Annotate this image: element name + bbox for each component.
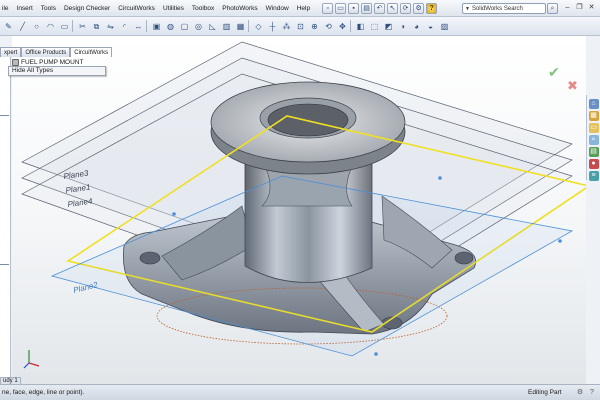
task-pane-tabs: ⌂ ▦ ▭ ⌕ ▤ ● ≡	[586, 95, 600, 181]
view-settings-icon[interactable]: ▨	[438, 20, 451, 33]
line-icon[interactable]: ╱	[16, 20, 29, 33]
status-message: ne, face, edge, line or point).	[2, 389, 85, 396]
save-icon[interactable]: ▪	[348, 2, 360, 14]
rebuild-icon[interactable]: ⟳	[400, 2, 412, 14]
design-library-icon[interactable]: ▦	[588, 111, 599, 121]
toolbar-separator	[72, 20, 75, 32]
search-results-icon[interactable]: ⌕	[588, 135, 599, 145]
model-graphics: Plane3 Plane1 Plane4 Plane2	[21, 41, 586, 357]
plane2-handle[interactable]	[438, 176, 442, 180]
help-icon[interactable]: ?	[426, 2, 438, 14]
appearance-icon[interactable]: ◕	[410, 20, 423, 33]
minimize-icon[interactable]: –	[563, 3, 572, 13]
rebuild-status-icon[interactable]: ⚙	[576, 389, 584, 397]
chamfer-icon[interactable]: ◺	[206, 20, 219, 33]
menu-insert[interactable]: Insert	[13, 0, 37, 17]
zoom-fit-icon[interactable]: ⊡	[294, 20, 307, 33]
tab-circuitworks[interactable]: CircuitWorks	[70, 47, 113, 57]
plane2-handle[interactable]	[172, 212, 176, 216]
dimension-icon[interactable]: ↔	[132, 20, 145, 33]
quick-access-toolbar: ▫ ▭ ▪ ▤ ↶ ↖ ⟳ ⚙ ?	[322, 2, 438, 14]
part-icon	[12, 59, 19, 66]
rotate-view-icon[interactable]: ⟲	[322, 20, 335, 33]
rectangle-icon[interactable]: ▭	[58, 20, 71, 33]
select-arrow-icon[interactable]: ↖	[387, 2, 399, 14]
hide-all-types-item[interactable]: Hide All Types	[12, 67, 53, 74]
trim-icon[interactable]: ✂	[76, 20, 89, 33]
plane2-handle[interactable]	[374, 352, 378, 356]
axis-icon[interactable]: ┼	[266, 20, 279, 33]
menu-utilities[interactable]: Utilities	[159, 0, 188, 17]
search-dropdown-icon[interactable]: ▼	[465, 6, 470, 12]
extrude-icon[interactable]: ▣	[150, 20, 163, 33]
revolve-icon[interactable]: ◍	[164, 20, 177, 33]
panel-splitter[interactable]	[0, 115, 9, 265]
command-toolbar: ✎ ╱ ○ ◠ ▭ ✂ ⧉ ⇋ ◜ ↔ ▣ ◍ ▢ ◎ ◺ ▥ ▦ ◇ ┼ ⁂ …	[0, 17, 600, 36]
search-icon[interactable]: ⌕	[547, 3, 558, 14]
print-icon[interactable]: ▤	[361, 2, 373, 14]
pan-icon[interactable]: ✥	[336, 20, 349, 33]
menu-photoworks[interactable]: PhotoWorks	[218, 0, 261, 17]
menu-tools[interactable]: Tools	[37, 0, 60, 17]
reference-plane-icon[interactable]: ◇	[252, 20, 265, 33]
hide-show-icon[interactable]: ◑	[396, 20, 409, 33]
close-window-icon[interactable]: ✕	[587, 3, 596, 13]
new-document-icon[interactable]: ▫	[322, 2, 334, 14]
mirror-icon[interactable]: ⇋	[104, 20, 117, 33]
shell-icon[interactable]: ▥	[220, 20, 233, 33]
menu-items: ile Insert Tools Design Checker CircuitW…	[0, 0, 314, 17]
hole-icon[interactable]: ◎	[192, 20, 205, 33]
search-input[interactable]: ▼ SolidWorks Search	[462, 3, 546, 14]
tab-office-products[interactable]: Office Products	[21, 47, 71, 57]
menu-design-checker[interactable]: Design Checker	[60, 0, 114, 17]
axis-triad-icon	[23, 350, 40, 369]
menu-circuitworks[interactable]: CircuitWorks	[114, 0, 159, 17]
feature-manager-panel	[0, 57, 11, 384]
cut-icon[interactable]: ▢	[178, 20, 191, 33]
options-icon[interactable]: ⚙	[413, 2, 425, 14]
restore-icon[interactable]: ❐	[575, 3, 584, 13]
pattern-icon[interactable]: ⁂	[280, 20, 293, 33]
open-folder-icon[interactable]: ▭	[335, 2, 347, 14]
toolbar-separator	[248, 20, 251, 32]
toolbar-separator	[350, 20, 353, 32]
menu-window[interactable]: Window	[262, 0, 293, 17]
part-name: FUEL PUMP MOUNT	[21, 59, 84, 66]
menu-file[interactable]: ile	[0, 0, 13, 17]
menu-bar: ile Insert Tools Design Checker CircuitW…	[0, 0, 600, 17]
menu-help[interactable]: Help	[293, 0, 314, 17]
circle-icon[interactable]: ○	[30, 20, 43, 33]
hide-show-dropdown[interactable]: Hide All Types	[8, 66, 106, 76]
zoom-area-icon[interactable]: ⊕	[308, 20, 321, 33]
graphics-viewport[interactable]: Plane3 Plane1 Plane4 Plane2	[12, 36, 586, 384]
menu-toolbox[interactable]: Toolbox	[188, 0, 218, 17]
fillet-icon[interactable]: ◜	[118, 20, 131, 33]
scene-icon[interactable]: ◒	[424, 20, 437, 33]
close-icon[interactable]: ✖	[567, 78, 578, 94]
plane2-handle[interactable]	[558, 239, 562, 243]
sketch-icon[interactable]: ✎	[2, 20, 15, 33]
section-view-icon[interactable]: ◧	[354, 20, 367, 33]
status-bar: ne, face, edge, line or point). Editing …	[0, 384, 600, 400]
arc-icon[interactable]: ◠	[44, 20, 57, 33]
toolbar-separator	[146, 20, 149, 32]
feature-tree-root[interactable]: FUEL PUMP MOUNT	[12, 59, 83, 66]
offset-icon[interactable]: ⧉	[90, 20, 103, 33]
tab-xpert[interactable]: xpert	[0, 47, 22, 57]
undo-icon[interactable]: ↶	[374, 2, 386, 14]
check-icon[interactable]: ✔	[548, 64, 560, 81]
resources-icon[interactable]: ⌂	[588, 99, 599, 109]
view-orientation-icon[interactable]: ⬚	[368, 20, 381, 33]
search-placeholder: SolidWorks Search	[471, 5, 523, 12]
status-editing: Editing Part	[528, 389, 562, 396]
rib-icon[interactable]: ▦	[234, 20, 247, 33]
display-style-icon[interactable]: ◩	[382, 20, 395, 33]
file-explorer-icon[interactable]: ▭	[588, 123, 599, 133]
help-status-icon[interactable]: ?	[588, 389, 596, 397]
appearances-icon[interactable]: ●	[588, 159, 599, 169]
view-palette-icon[interactable]: ▤	[588, 147, 599, 157]
custom-properties-icon[interactable]: ≡	[588, 171, 599, 181]
task-tabs: xpert Office Products CircuitWorks	[0, 47, 113, 57]
